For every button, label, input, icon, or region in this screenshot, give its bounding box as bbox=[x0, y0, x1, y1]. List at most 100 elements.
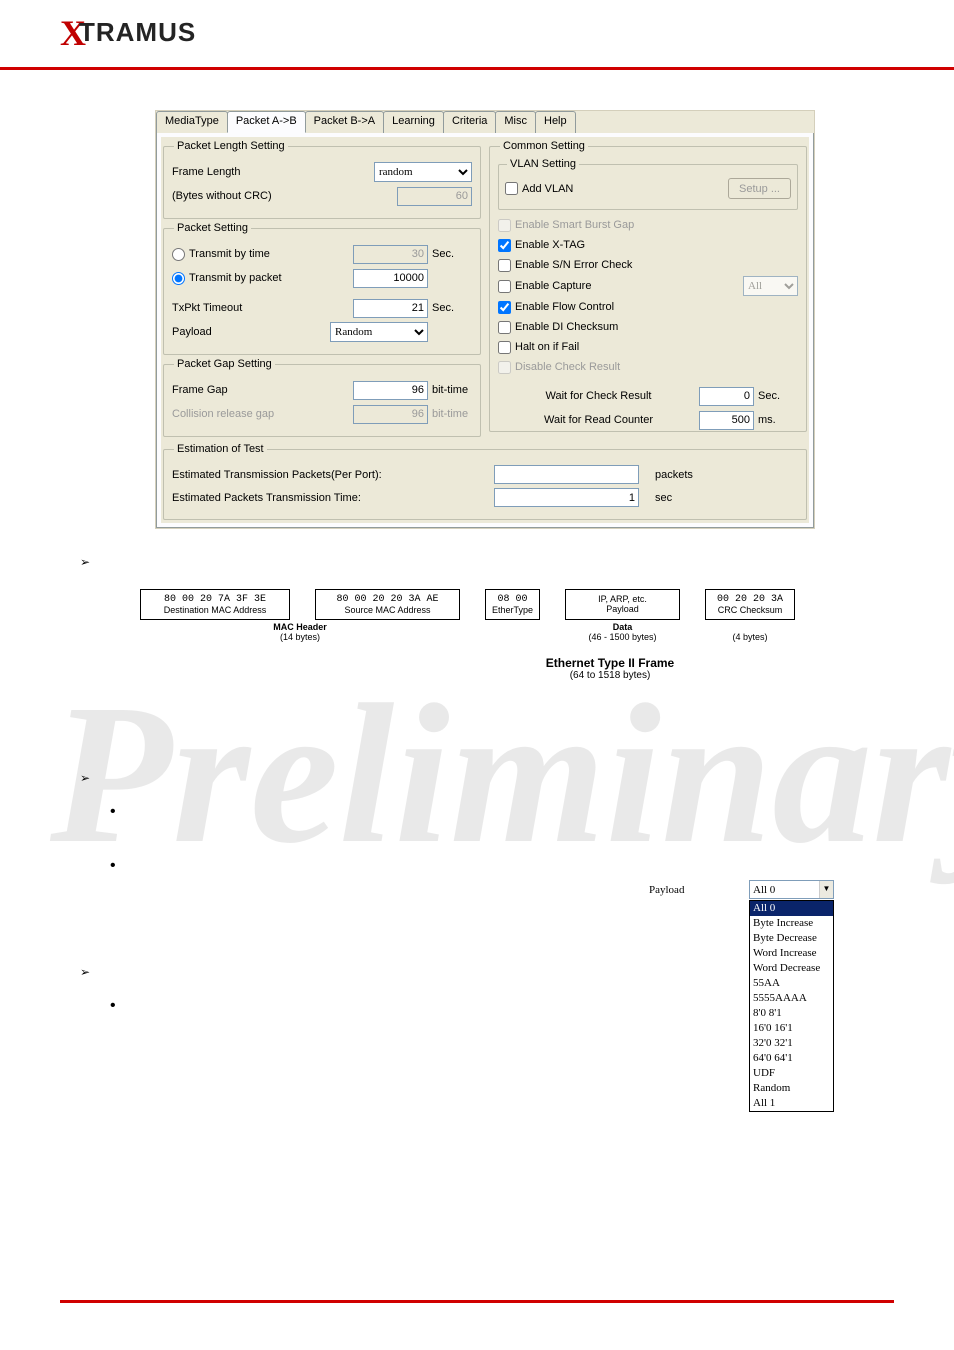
transmit-by-time-radio[interactable] bbox=[172, 248, 185, 261]
mac-header-bytes: (14 bytes) bbox=[280, 632, 320, 642]
disable-check-result-label: Disable Check Result bbox=[515, 361, 620, 373]
tab-help[interactable]: Help bbox=[535, 111, 576, 133]
bullet-arrow-1: ➢ bbox=[80, 555, 894, 569]
wait-read-input[interactable] bbox=[699, 411, 754, 430]
txpkt-timeout-input[interactable] bbox=[353, 299, 428, 318]
est-packets-unit: packets bbox=[655, 469, 693, 481]
wait-check-input[interactable] bbox=[699, 387, 754, 406]
enable-xtag-label: Enable X-TAG bbox=[515, 239, 585, 251]
tab-row: MediaType Packet A->B Packet B->A Learni… bbox=[156, 111, 814, 133]
enable-xtag-checkbox[interactable] bbox=[498, 239, 511, 252]
list-item[interactable]: Byte Increase bbox=[750, 916, 833, 931]
wait-read-unit: ms. bbox=[758, 414, 798, 426]
tab-misc[interactable]: Misc bbox=[495, 111, 536, 133]
list-item[interactable]: 5555AAAA bbox=[750, 991, 833, 1006]
packet-gap-group: Packet Gap Setting Frame Gap bit-time Co… bbox=[163, 358, 481, 437]
tab-mediatype[interactable]: MediaType bbox=[156, 111, 228, 133]
enable-di-checksum-label: Enable DI Checksum bbox=[515, 321, 618, 333]
dest-mac-hex: 80 00 20 7A 3F 3E bbox=[147, 594, 283, 605]
collision-gap-input bbox=[353, 405, 428, 424]
ethertype-box: 08 00 EtherType bbox=[485, 589, 540, 620]
packet-length-group: Packet Length Setting Frame Length rando… bbox=[163, 140, 481, 219]
est-packets-label: Estimated Transmission Packets(Per Port)… bbox=[172, 469, 402, 481]
list-item[interactable]: Random bbox=[750, 1081, 833, 1096]
payload-box: IP, ARP, etc. Payload bbox=[565, 589, 680, 620]
transmit-packet-input[interactable] bbox=[353, 269, 428, 288]
frame-title-text: Ethernet Type II Frame bbox=[380, 656, 840, 670]
list-item[interactable]: 16'0 16'1 bbox=[750, 1021, 833, 1036]
logo: X TRAMUS bbox=[60, 10, 894, 55]
packet-setting-legend: Packet Setting bbox=[174, 222, 251, 234]
ethertype-hex: 08 00 bbox=[492, 594, 533, 605]
frame-gap-input[interactable] bbox=[353, 381, 428, 400]
payload-selected: All 0 bbox=[753, 884, 775, 896]
vlan-setup-button: Setup ... bbox=[728, 178, 791, 199]
mac-header-label: MAC Header bbox=[273, 622, 327, 632]
bullet-arrow-2: ➢ bbox=[80, 771, 894, 785]
tab-packet-ab[interactable]: Packet A->B bbox=[227, 111, 306, 133]
add-vlan-label: Add VLAN bbox=[522, 183, 573, 195]
list-item[interactable]: 64'0 64'1 bbox=[750, 1051, 833, 1066]
payload-select[interactable]: Random bbox=[330, 322, 428, 342]
bullet-dot-1: • bbox=[110, 803, 894, 821]
list-item[interactable]: Word Increase bbox=[750, 946, 833, 961]
src-mac-box: 80 00 20 20 3A AE Source MAC Address bbox=[315, 589, 460, 620]
payload-dropdown-demo: Payload All 0 ▼ All 0 Byte Increase Byte… bbox=[649, 880, 834, 1112]
vlan-setting-group: VLAN Setting Add VLAN Setup ... bbox=[498, 158, 798, 210]
tab-learning[interactable]: Learning bbox=[383, 111, 444, 133]
packet-setting-group: Packet Setting Transmit by time Sec. bbox=[163, 222, 481, 355]
enable-sn-error-label: Enable S/N Error Check bbox=[515, 259, 632, 271]
transmit-time-input bbox=[353, 245, 428, 264]
data-label: Data bbox=[613, 622, 633, 632]
payload-demo-list: All 0 Byte Increase Byte Decrease Word I… bbox=[749, 900, 834, 1112]
crc-label: CRC Checksum bbox=[712, 605, 788, 615]
logo-rest: TRAMUS bbox=[79, 17, 196, 48]
crc-bytes: (4 bytes) bbox=[732, 632, 767, 642]
list-item[interactable]: Byte Decrease bbox=[750, 931, 833, 946]
tab-body-inner: Packet Length Setting Frame Length rando… bbox=[161, 137, 809, 523]
tab-body: Packet Length Setting Frame Length rando… bbox=[156, 133, 814, 528]
enable-capture-checkbox[interactable] bbox=[498, 280, 511, 293]
packet-gap-legend: Packet Gap Setting bbox=[174, 358, 275, 370]
bytes-input bbox=[397, 187, 472, 206]
vlan-setting-legend: VLAN Setting bbox=[507, 158, 579, 170]
left-column: Packet Length Setting Frame Length rando… bbox=[161, 137, 483, 440]
transmit-by-time-label: Transmit by time bbox=[189, 248, 270, 260]
dest-mac-box: 80 00 20 7A 3F 3E Destination MAC Addres… bbox=[140, 589, 290, 620]
tab-packet-ba[interactable]: Packet B->A bbox=[305, 111, 384, 133]
est-time-label: Estimated Packets Transmission Time: bbox=[172, 492, 402, 504]
payload-demo-select[interactable]: All 0 ▼ bbox=[749, 880, 834, 899]
list-item[interactable]: All 1 bbox=[750, 1096, 833, 1111]
enable-di-checksum-checkbox[interactable] bbox=[498, 321, 511, 334]
txpkt-timeout-unit: Sec. bbox=[432, 302, 472, 314]
halt-on-fail-checkbox[interactable] bbox=[498, 341, 511, 354]
enable-flow-control-checkbox[interactable] bbox=[498, 301, 511, 314]
page-footer bbox=[60, 1300, 894, 1320]
frame-gap-label: Frame Gap bbox=[172, 384, 353, 396]
estimation-group: Estimation of Test Estimated Transmissio… bbox=[163, 443, 807, 520]
data-bytes: (46 - 1500 bytes) bbox=[588, 632, 656, 642]
frame-gap-unit: bit-time bbox=[432, 384, 472, 396]
transmit-by-packet-radio[interactable] bbox=[172, 272, 185, 285]
payload-label: Payload bbox=[172, 326, 330, 338]
list-item[interactable]: 55AA bbox=[750, 976, 833, 991]
list-item[interactable]: Word Decrease bbox=[750, 961, 833, 976]
enable-sn-error-checkbox[interactable] bbox=[498, 259, 511, 272]
frame-length-select[interactable]: random bbox=[374, 162, 472, 182]
bytes-without-crc-label: (Bytes without CRC) bbox=[172, 190, 397, 202]
list-item[interactable]: UDF bbox=[750, 1066, 833, 1081]
list-item[interactable]: 8'0 8'1 bbox=[750, 1006, 833, 1021]
crc-hex: 00 20 20 3A bbox=[712, 594, 788, 605]
estimation-legend: Estimation of Test bbox=[174, 443, 267, 455]
add-vlan-checkbox[interactable] bbox=[505, 182, 518, 195]
halt-on-fail-label: Halt on if Fail bbox=[515, 341, 579, 353]
tab-criteria[interactable]: Criteria bbox=[443, 111, 496, 133]
common-setting-legend: Common Setting bbox=[500, 140, 588, 152]
frame-subtitle: (64 to 1518 bytes) bbox=[380, 670, 840, 681]
src-mac-label: Source MAC Address bbox=[322, 605, 453, 615]
enable-smart-burst-checkbox bbox=[498, 219, 511, 232]
frame-title: Ethernet Type II Frame (64 to 1518 bytes… bbox=[380, 656, 840, 681]
ethertype-label: EtherType bbox=[492, 605, 533, 615]
list-item[interactable]: All 0 bbox=[750, 901, 833, 916]
list-item[interactable]: 32'0 32'1 bbox=[750, 1036, 833, 1051]
